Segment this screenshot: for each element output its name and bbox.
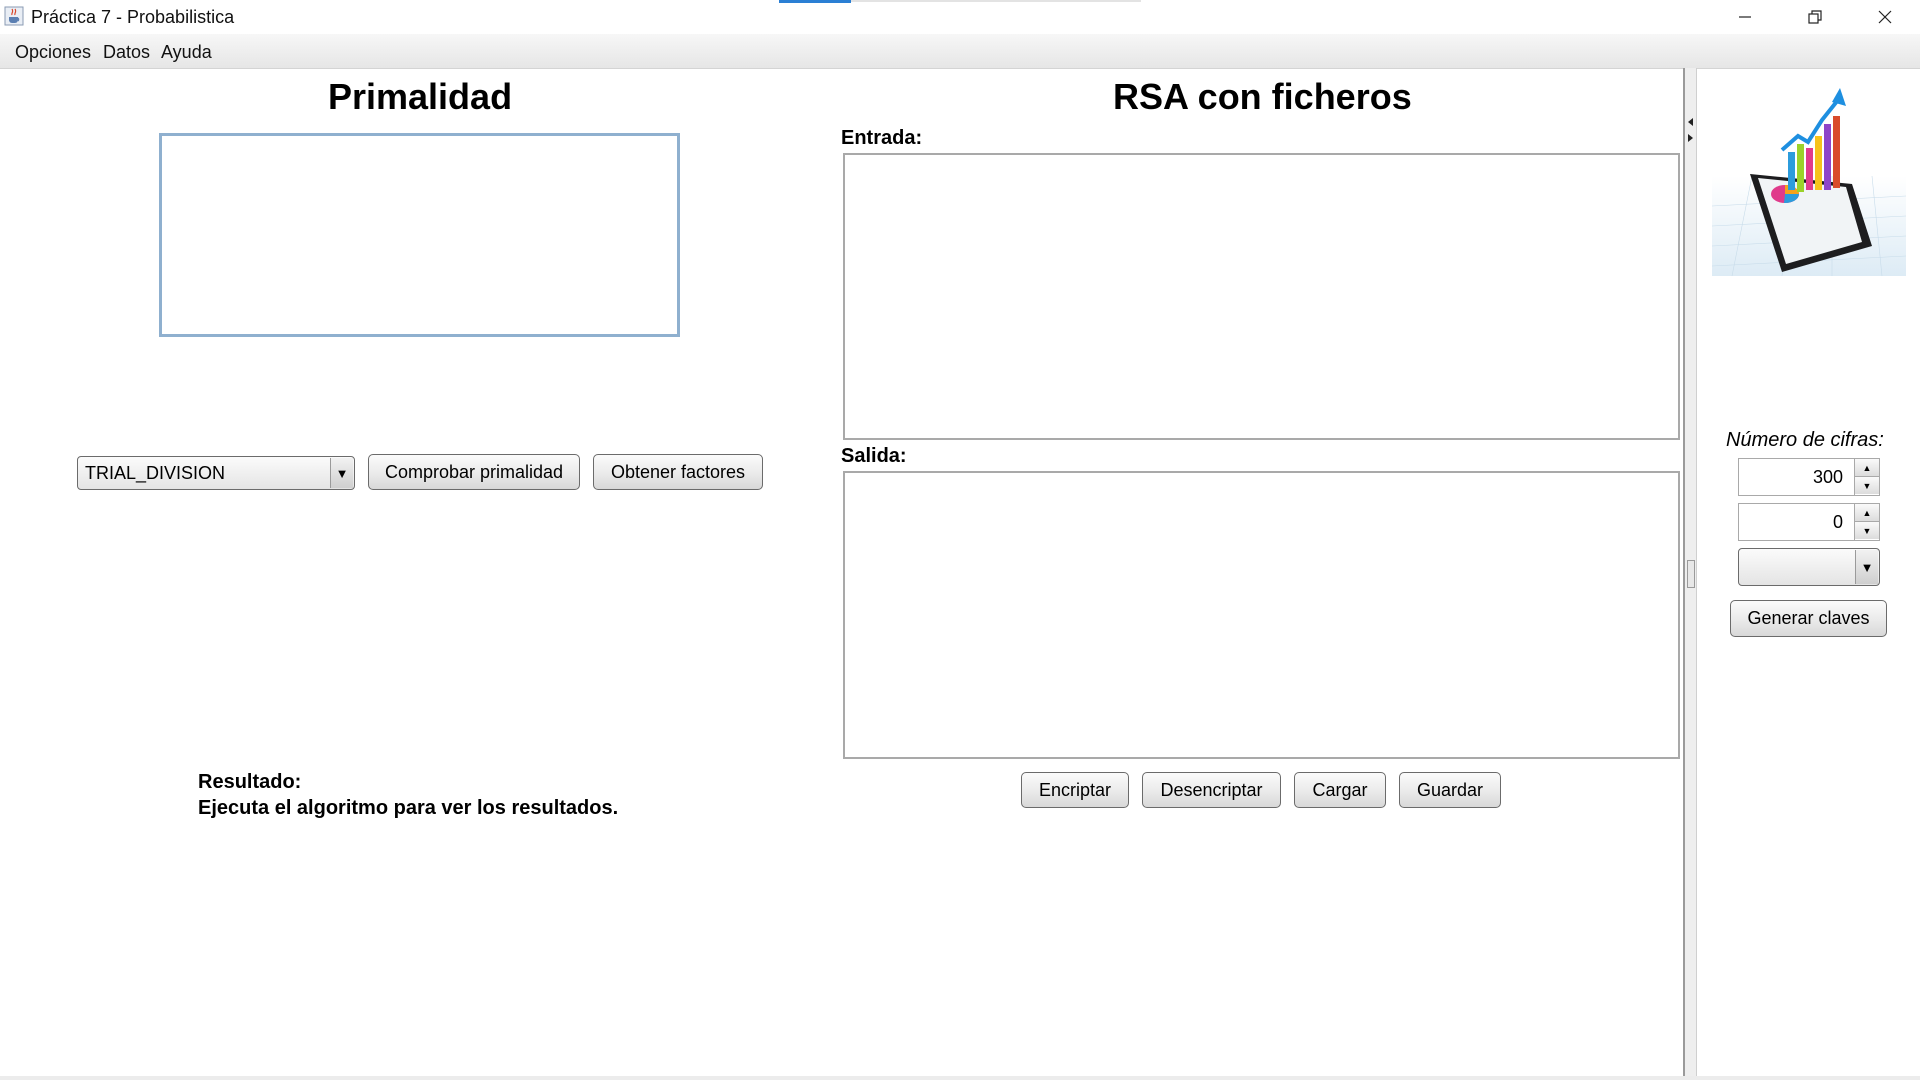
algorithm-select-value: TRIAL_DIVISION (85, 463, 226, 483)
splitter-grip[interactable] (1687, 560, 1695, 588)
generate-keys-button[interactable]: Generar claves (1730, 600, 1887, 637)
close-icon (1878, 10, 1892, 24)
rsa-input-area[interactable] (843, 153, 1680, 440)
get-factors-button[interactable]: Obtener factores (593, 454, 763, 490)
menu-bar: Opciones Datos Ayuda (0, 34, 1920, 69)
chevron-down-icon[interactable]: ▼ (330, 458, 353, 488)
result-text: Ejecuta el algoritmo para ver los result… (198, 797, 619, 819)
bottom-border (0, 1076, 1920, 1080)
restore-button[interactable] (1780, 0, 1850, 34)
input-label: Entrada: (841, 127, 923, 149)
second-spinner-value: 0 (1832, 512, 1843, 532)
java-cup-icon (4, 6, 24, 26)
key-type-select[interactable]: ▼ (1738, 548, 1880, 586)
load-button[interactable]: Cargar (1294, 772, 1386, 808)
title-accent-bar (779, 0, 851, 3)
spinner-buttons: ▲ ▼ (1854, 504, 1879, 540)
spinner-up-icon[interactable]: ▲ (1855, 459, 1879, 477)
digits-label: Número de cifras: (1726, 429, 1884, 451)
save-button[interactable]: Guardar (1399, 772, 1501, 808)
menu-ayuda[interactable]: Ayuda (161, 42, 212, 63)
analytics-tablet-chart-icon (1712, 88, 1906, 276)
spinner-buttons: ▲ ▼ (1854, 459, 1879, 495)
minimize-button[interactable] (1710, 0, 1780, 34)
rsa-output-area[interactable] (843, 471, 1680, 759)
menu-opciones[interactable]: Opciones (15, 42, 91, 63)
split-pane-divider[interactable] (1683, 68, 1697, 1080)
close-button[interactable] (1850, 0, 1920, 34)
number-input-area[interactable] (159, 133, 680, 337)
result-label: Resultado: (198, 771, 302, 793)
encrypt-button[interactable]: Encriptar (1021, 772, 1129, 808)
output-label: Salida: (841, 445, 907, 467)
spinner-down-icon[interactable]: ▼ (1855, 477, 1879, 494)
check-primality-button[interactable]: Comprobar primalidad (368, 454, 580, 490)
title-bar: Práctica 7 - Probabilistica (0, 0, 1920, 34)
digits-value: 300 (1812, 467, 1843, 487)
menu-datos[interactable]: Datos (103, 42, 150, 63)
chevron-down-icon[interactable]: ▼ (1855, 550, 1878, 584)
primalidad-title: Primalidad (328, 76, 513, 117)
window-title: Práctica 7 - Probabilistica (31, 7, 235, 27)
restore-icon (1808, 10, 1822, 24)
decrypt-button[interactable]: Desencriptar (1142, 772, 1281, 808)
collapse-arrows-icon[interactable] (1687, 116, 1695, 146)
algorithm-select[interactable]: TRIAL_DIVISION ▼ (77, 456, 355, 490)
spinner-up-icon[interactable]: ▲ (1855, 504, 1879, 522)
minimize-icon (1739, 16, 1751, 18)
title-divider (851, 0, 1141, 2)
rsa-title: RSA con ficheros (1113, 76, 1412, 117)
second-spinner[interactable]: 0 ▲ ▼ (1738, 503, 1880, 541)
spinner-down-icon[interactable]: ▼ (1855, 522, 1879, 539)
digits-spinner[interactable]: 300 ▲ ▼ (1738, 458, 1880, 496)
